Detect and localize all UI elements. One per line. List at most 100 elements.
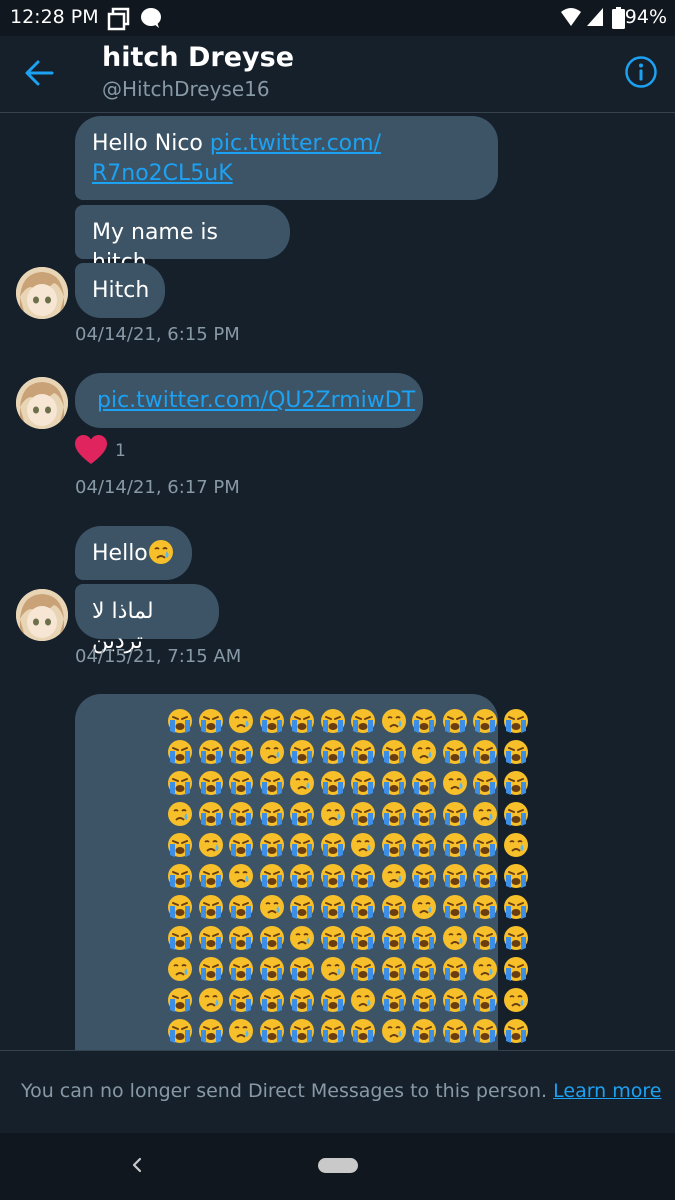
crying-face-emoji <box>148 540 173 564</box>
loudly-crying-face-emoji <box>320 926 345 950</box>
loudly-crying-face-emoji <box>381 926 406 950</box>
loudly-crying-face-emoji <box>503 709 528 733</box>
dm-conversation-screen: 12:28 PM 94% hitch Dreyse @HitchDreyse16 <box>0 0 675 1200</box>
loudly-crying-face-emoji <box>320 740 345 764</box>
heart-icon[interactable] <box>75 435 107 465</box>
avatar[interactable] <box>16 377 68 429</box>
loudly-crying-face-emoji <box>503 957 528 981</box>
loudly-crying-face-emoji <box>473 709 497 733</box>
loudly-crying-face-emoji <box>168 864 192 888</box>
loudly-crying-face-emoji <box>168 1019 192 1043</box>
crying-face-emoji <box>412 740 436 764</box>
info-icon[interactable] <box>624 55 658 89</box>
loudly-crying-face-emoji <box>381 771 406 795</box>
loudly-crying-face-emoji <box>259 802 284 826</box>
loudly-crying-face-emoji <box>473 864 497 888</box>
loudly-crying-face-emoji <box>320 895 345 919</box>
loudly-crying-face-emoji <box>320 771 345 795</box>
message-link[interactable]: pic.twitter.com/ <box>210 131 381 156</box>
crying-face-emoji <box>381 864 406 888</box>
loudly-crying-face-emoji <box>503 771 528 795</box>
loudly-crying-face-emoji <box>168 926 192 950</box>
loudly-crying-face-emoji <box>503 802 528 826</box>
crying-face-emoji <box>290 771 314 795</box>
loudly-crying-face-emoji <box>198 740 223 764</box>
loudly-crying-face-emoji <box>412 1019 436 1043</box>
loudly-crying-face-emoji <box>290 864 314 888</box>
crying-face-emoji <box>320 957 345 981</box>
avatar[interactable] <box>16 589 68 641</box>
loudly-crying-face-emoji <box>381 802 406 826</box>
loudly-crying-face-emoji <box>320 864 345 888</box>
message-bubble[interactable]: لماذا لا تردين <box>75 584 219 654</box>
contact-handle: @HitchDreyse16 <box>102 77 270 101</box>
loudly-crying-face-emoji <box>503 895 528 919</box>
crying-face-emoji <box>503 833 528 857</box>
message-bubble[interactable]: Hitch <box>75 263 165 318</box>
loudly-crying-face-emoji <box>412 864 436 888</box>
message-bubble[interactable]: Hello Nico pic.twitter.com/ R7no2CL5uK <box>75 116 498 200</box>
dm-disabled-notice: You can no longer send Direct Messages t… <box>21 1080 661 1102</box>
loudly-crying-face-emoji <box>412 957 436 981</box>
loudly-crying-face-emoji <box>351 709 375 733</box>
learn-more-link[interactable]: Learn more <box>553 1080 661 1102</box>
loudly-crying-face-emoji <box>229 957 253 981</box>
loudly-crying-face-emoji <box>412 771 436 795</box>
avatar[interactable] <box>16 267 68 319</box>
crying-face-emoji <box>168 957 192 981</box>
loudly-crying-face-emoji <box>351 1019 375 1043</box>
message-bubble[interactable]: pic.twitter.com/QU2ZrmiwDT <box>75 373 423 428</box>
status-time: 12:28 PM <box>10 6 99 28</box>
crying-face-emoji <box>198 833 223 857</box>
message-timestamp: 04/14/21, 6:17 PM <box>75 477 240 498</box>
nav-home-pill[interactable] <box>318 1158 358 1173</box>
conversation-header: hitch Dreyse @HitchDreyse16 <box>0 36 675 113</box>
loudly-crying-face-emoji <box>442 864 467 888</box>
loudly-crying-face-emoji <box>290 957 314 981</box>
contact-name[interactable]: hitch Dreyse <box>102 42 294 73</box>
message-text: Hitch <box>92 278 150 303</box>
message-timestamp: 04/14/21, 6:15 PM <box>75 324 240 345</box>
loudly-crying-face-emoji <box>259 709 284 733</box>
crying-face-emoji <box>168 802 192 826</box>
loudly-crying-face-emoji <box>412 802 436 826</box>
loudly-crying-face-emoji <box>442 740 467 764</box>
loudly-crying-face-emoji <box>259 771 284 795</box>
crying-face-emoji <box>259 895 284 919</box>
loudly-crying-face-emoji <box>503 740 528 764</box>
system-nav-bar <box>0 1133 675 1200</box>
loudly-crying-face-emoji <box>229 771 253 795</box>
loudly-crying-face-emoji <box>473 926 497 950</box>
loudly-crying-face-emoji <box>290 802 314 826</box>
loudly-crying-face-emoji <box>229 833 253 857</box>
message-bubble[interactable] <box>75 694 528 1050</box>
crying-face-emoji <box>473 957 497 981</box>
nav-back-icon[interactable] <box>126 1151 148 1179</box>
loudly-crying-face-emoji <box>442 988 467 1012</box>
loudly-crying-face-emoji <box>442 833 467 857</box>
chat-bubble-icon <box>141 8 161 28</box>
loudly-crying-face-emoji <box>320 709 345 733</box>
crying-face-emoji <box>229 864 253 888</box>
crying-face-emoji <box>351 833 375 857</box>
message-bubble[interactable]: My name is hitch <box>75 205 290 275</box>
crying-face-emoji <box>473 802 497 826</box>
message-link[interactable]: R7no2CL5uK <box>92 161 233 186</box>
loudly-crying-face-emoji <box>229 926 253 950</box>
wifi-icon <box>561 8 581 26</box>
loudly-crying-face-emoji <box>290 709 314 733</box>
loudly-crying-face-emoji <box>351 802 375 826</box>
loudly-crying-face-emoji <box>290 895 314 919</box>
message-link[interactable]: pic.twitter.com/QU2ZrmiwDT <box>97 388 415 413</box>
loudly-crying-face-emoji <box>473 771 497 795</box>
message-bubble[interactable]: Hello <box>75 526 192 580</box>
loudly-crying-face-emoji <box>259 1019 284 1043</box>
message-list[interactable]: Hello Nico pic.twitter.com/ R7no2CL5uK M… <box>0 113 675 1050</box>
loudly-crying-face-emoji <box>259 864 284 888</box>
loudly-crying-face-emoji <box>168 833 192 857</box>
crying-face-emoji <box>412 895 436 919</box>
crying-face-emoji <box>381 709 406 733</box>
loudly-crying-face-emoji <box>351 864 375 888</box>
arrow-left-icon[interactable] <box>22 56 56 90</box>
screenshot-icon <box>107 7 130 31</box>
